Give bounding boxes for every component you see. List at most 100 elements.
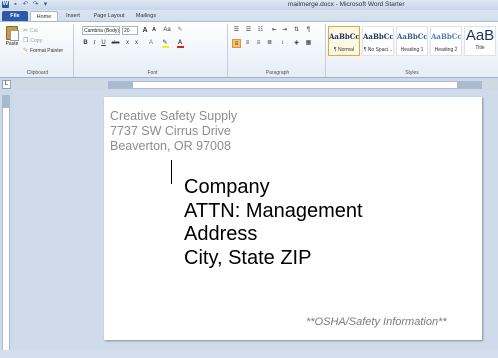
recipient-line: Company — [184, 176, 270, 198]
ribbon-tabs: File Home Insert Page Layout Mailings — [0, 10, 498, 21]
underline-button[interactable]: U — [100, 39, 107, 48]
style-no-spacing[interactable]: AaBbCcI ¶ No Spaci... — [362, 26, 394, 56]
line-spacing-icon[interactable]: ↕ — [278, 39, 287, 48]
align-center-icon[interactable]: ≡ — [243, 39, 252, 48]
numbering-icon[interactable]: ☰ — [244, 26, 253, 35]
clipboard-group-label: Clipboard — [26, 70, 49, 76]
clipboard-group: Paste ✂ Cut ❐ Copy ✎ Format Painter Clip… — [2, 24, 74, 77]
return-address-line: Beaverton, OR 97008 — [110, 139, 231, 153]
return-address[interactable]: Creative Safety Supply 7737 SW Cirrus Dr… — [110, 109, 237, 154]
footer-note[interactable]: **OSHA/Safety Information** — [306, 316, 447, 328]
shading-icon[interactable]: ◈ — [292, 39, 301, 48]
font-color-bar — [176, 46, 184, 48]
tab-home[interactable]: Home — [30, 11, 58, 21]
multilevel-list-icon[interactable]: ☷ — [256, 26, 265, 35]
style-label: Heading 1 — [400, 47, 424, 53]
recipient-line: City, State ZIP — [184, 246, 312, 269]
copy-label: Copy — [30, 37, 43, 44]
style-label: ¶ Normal — [333, 47, 355, 53]
paragraph-group: ☰ ☰ ☷ ⇤ ⇥ ⇅ ¶ ≡ ≡ ≡ ≣ ↕ ◈ ▦ Paragraph — [230, 24, 326, 77]
align-left-icon[interactable]: ≡ — [232, 39, 241, 48]
window-title: mailmerge.docx - Microsoft Word Starter — [288, 1, 405, 8]
font-group: Cambria (Body) 20 A A Aa ✎ B I U abc x x… — [78, 24, 228, 77]
style-sample: AaBbCcI — [363, 32, 393, 41]
recipient-address[interactable]: Company ATTN: Management Address City, S… — [184, 176, 363, 270]
word-logo-icon[interactable]: W — [2, 1, 9, 8]
align-right-icon[interactable]: ≡ — [254, 39, 263, 48]
change-case-button[interactable]: Aa — [162, 26, 172, 35]
style-title[interactable]: AaB Title — [464, 26, 496, 56]
vertical-ruler[interactable] — [2, 95, 10, 355]
save-icon[interactable]: ▪ — [12, 1, 19, 8]
copy-button[interactable]: ❐ Copy — [23, 37, 43, 45]
borders-icon[interactable]: ▦ — [304, 39, 313, 48]
paste-icon — [6, 26, 19, 41]
cut-label: Cut — [30, 27, 38, 34]
styles-group: AaBbCcI ¶ Normal AaBbCcI ¶ No Spaci... A… — [326, 24, 498, 77]
highlight-button[interactable]: ✎ — [160, 39, 170, 48]
styles-group-label: Styles — [405, 70, 419, 76]
style-sample: AaBbCcI — [431, 32, 461, 41]
tab-page-layout[interactable]: Page Layout — [90, 11, 128, 21]
text-cursor — [171, 160, 172, 184]
paste-label: Paste — [5, 41, 19, 47]
customize-icon[interactable]: ▾ — [42, 1, 49, 8]
style-sample: AaB — [465, 27, 495, 44]
justify-icon[interactable]: ≣ — [265, 39, 274, 48]
style-label: Title — [475, 45, 485, 51]
decrease-indent-icon[interactable]: ⇤ — [270, 26, 279, 35]
ruler-top-margin — [3, 96, 9, 108]
shrink-font-button[interactable]: A — [150, 26, 158, 35]
recipient-line: ATTN: Management — [184, 199, 363, 222]
format-painter-button[interactable]: ✎ Format Painter — [23, 47, 64, 55]
subscript-button[interactable]: x — [124, 39, 131, 48]
return-address-line: Creative Safety Supply — [110, 109, 238, 123]
tab-mailings[interactable]: Mailings — [132, 11, 160, 21]
quick-access-toolbar: W ▪ ↶ ↷ ▾ — [2, 1, 49, 8]
return-address-line: 7737 SW Cirrus Drive — [110, 124, 231, 138]
tab-file[interactable]: File — [2, 11, 28, 21]
style-normal[interactable]: AaBbCcI ¶ Normal — [328, 26, 360, 56]
scissors-icon: ✂ — [23, 28, 29, 34]
font-size-combo[interactable]: 20 — [122, 26, 138, 35]
superscript-button[interactable]: x — [133, 39, 140, 48]
recipient-line: Address — [184, 223, 258, 245]
show-formatting-icon[interactable]: ¶ — [304, 26, 313, 35]
ruler-left-margin — [109, 82, 133, 88]
bullets-icon[interactable]: ☰ — [232, 26, 241, 35]
sort-icon[interactable]: ⇅ — [292, 26, 301, 35]
increase-indent-icon[interactable]: ⇥ — [280, 26, 289, 35]
tab-insert[interactable]: Insert — [62, 11, 84, 21]
tab-selector-icon[interactable]: L — [2, 80, 11, 89]
status-bar — [0, 350, 498, 358]
brush-icon: ✎ — [23, 48, 29, 54]
paragraph-group-label: Paragraph — [265, 70, 290, 76]
font-color-icon: A — [177, 40, 183, 46]
cut-button[interactable]: ✂ Cut — [23, 27, 38, 35]
undo-icon[interactable]: ↶ — [22, 1, 29, 8]
font-color-button[interactable]: A — [175, 39, 185, 48]
font-name-combo[interactable]: Cambria (Body) — [82, 26, 120, 35]
clear-formatting-icon[interactable]: ✎ — [176, 26, 184, 35]
format-painter-label: Format Painter — [30, 47, 64, 54]
style-heading-2[interactable]: AaBbCcI Heading 2 — [430, 26, 462, 56]
italic-button[interactable]: I — [91, 39, 98, 48]
highlight-color-bar — [161, 46, 169, 48]
title-bar: W ▪ ↶ ↷ ▾ mailmerge.docx - Microsoft Wor… — [0, 0, 498, 10]
copy-icon: ❐ — [23, 38, 29, 44]
style-sample: AaBbCcI — [329, 32, 359, 41]
style-label: Heading 2 — [434, 47, 458, 53]
ribbon: Paste ✂ Cut ❐ Copy ✎ Format Painter Clip… — [0, 21, 498, 78]
highlighter-icon: ✎ — [162, 40, 168, 46]
grow-font-button[interactable]: A — [141, 26, 149, 35]
text-effects-icon[interactable]: A — [146, 39, 156, 48]
ruler-right-margin — [457, 82, 481, 88]
style-heading-1[interactable]: AaBbCc Heading 1 — [396, 26, 428, 56]
style-label: ¶ No Spaci... — [363, 47, 393, 53]
paste-button[interactable]: Paste — [4, 26, 20, 58]
horizontal-ruler[interactable] — [108, 81, 482, 89]
style-sample: AaBbCc — [397, 32, 427, 41]
redo-icon[interactable]: ↷ — [32, 1, 39, 8]
bold-button[interactable]: B — [82, 39, 89, 48]
strikethrough-button[interactable]: abc — [110, 39, 121, 48]
